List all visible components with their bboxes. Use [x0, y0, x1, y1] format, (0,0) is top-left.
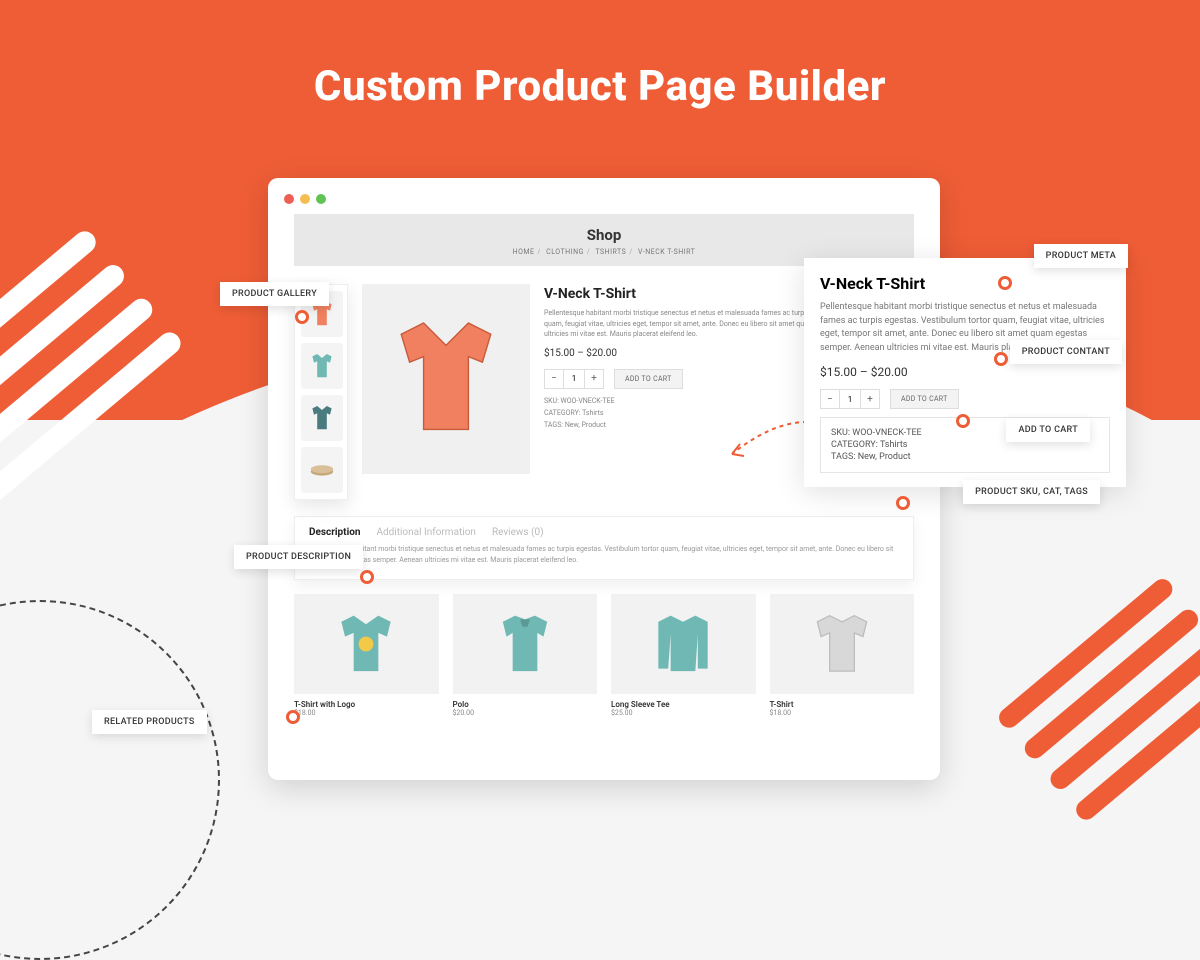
qty-minus-button[interactable]: −: [545, 370, 563, 388]
label-product-content: PRODUCT CONTANT: [1010, 340, 1122, 364]
related-name: Long Sleeve Tee: [611, 700, 756, 709]
ring-icon: [896, 496, 910, 510]
breadcrumb[interactable]: HOME/ CLOTHING/ TSHIRTS/ V-NECK T-SHIRT: [294, 248, 914, 256]
close-icon[interactable]: [284, 194, 294, 204]
label-product-meta: PRODUCT META: [1034, 244, 1128, 268]
breadcrumb-clothing[interactable]: CLOTHING: [546, 248, 584, 256]
breadcrumb-current: V-NECK T-SHIRT: [638, 248, 695, 256]
quantity-stepper[interactable]: − +: [544, 369, 604, 389]
ring-icon: [286, 710, 300, 724]
minimize-icon[interactable]: [300, 194, 310, 204]
product-tabs-panel: Description Additional Information Revie…: [294, 516, 914, 580]
product-preview-panel: V-Neck T-Shirt Pellentesque habitant mor…: [804, 258, 1126, 487]
qty-plus-button[interactable]: +: [585, 370, 603, 388]
ring-icon: [956, 414, 970, 428]
add-to-cart-button[interactable]: ADD TO CART: [614, 369, 683, 389]
related-name: T-Shirt: [770, 700, 915, 709]
ring-icon: [998, 276, 1012, 290]
side-tags: TAGS: New, Product: [831, 452, 1099, 462]
related-products: T-Shirt with Logo $18.00 Polo $20.00 Lon…: [294, 594, 914, 717]
window-controls: [280, 190, 928, 214]
label-add-to-cart: ADD TO CART: [1006, 418, 1090, 442]
shop-title: Shop: [294, 226, 914, 244]
related-price: $25.00: [611, 709, 756, 717]
label-related-products: RELATED PRODUCTS: [92, 710, 207, 734]
add-to-cart-button[interactable]: ADD TO CART: [890, 389, 959, 409]
maximize-icon[interactable]: [316, 194, 326, 204]
thumb-3[interactable]: [301, 395, 343, 441]
side-title: V-Neck T-Shirt: [820, 274, 1110, 293]
label-product-gallery: PRODUCT GALLERY: [220, 282, 329, 306]
thumb-2[interactable]: [301, 343, 343, 389]
related-price: $18.00: [294, 709, 439, 717]
related-name: Polo: [453, 700, 598, 709]
qty-plus-button[interactable]: +: [861, 390, 879, 408]
ring-icon: [360, 570, 374, 584]
tab-reviews[interactable]: Reviews (0): [492, 527, 544, 538]
qty-input[interactable]: [839, 390, 861, 408]
side-price: $15.00 – $20.00: [820, 365, 1110, 379]
related-card[interactable]: Polo $20.00: [453, 594, 598, 717]
qty-minus-button[interactable]: −: [821, 390, 839, 408]
related-card[interactable]: T-Shirt with Logo $18.00: [294, 594, 439, 717]
tab-content: Pellentesque habitant morbi tristique se…: [309, 544, 899, 565]
related-card[interactable]: Long Sleeve Tee $25.00: [611, 594, 756, 717]
related-price: $18.00: [770, 709, 915, 717]
label-product-sku: PRODUCT SKU, CAT, TAGS: [963, 480, 1100, 504]
tab-additional-info[interactable]: Additional Information: [376, 527, 475, 538]
related-name: T-Shirt with Logo: [294, 700, 439, 709]
breadcrumb-home[interactable]: HOME: [513, 248, 535, 256]
product-main-image[interactable]: [362, 284, 530, 474]
related-card[interactable]: T-Shirt $18.00: [770, 594, 915, 717]
qty-input[interactable]: [563, 370, 585, 388]
arrow-icon: [712, 414, 812, 474]
hero-title: Custom Product Page Builder: [0, 62, 1200, 111]
thumb-4[interactable]: [301, 447, 343, 493]
related-price: $20.00: [453, 709, 598, 717]
label-product-description: PRODUCT DESCRIPTION: [234, 545, 363, 569]
ring-icon: [295, 310, 309, 324]
quantity-stepper[interactable]: − +: [820, 389, 880, 409]
ring-icon: [994, 352, 1008, 366]
tab-description[interactable]: Description: [309, 527, 360, 538]
breadcrumb-tshirts[interactable]: TSHIRTS: [595, 248, 626, 256]
